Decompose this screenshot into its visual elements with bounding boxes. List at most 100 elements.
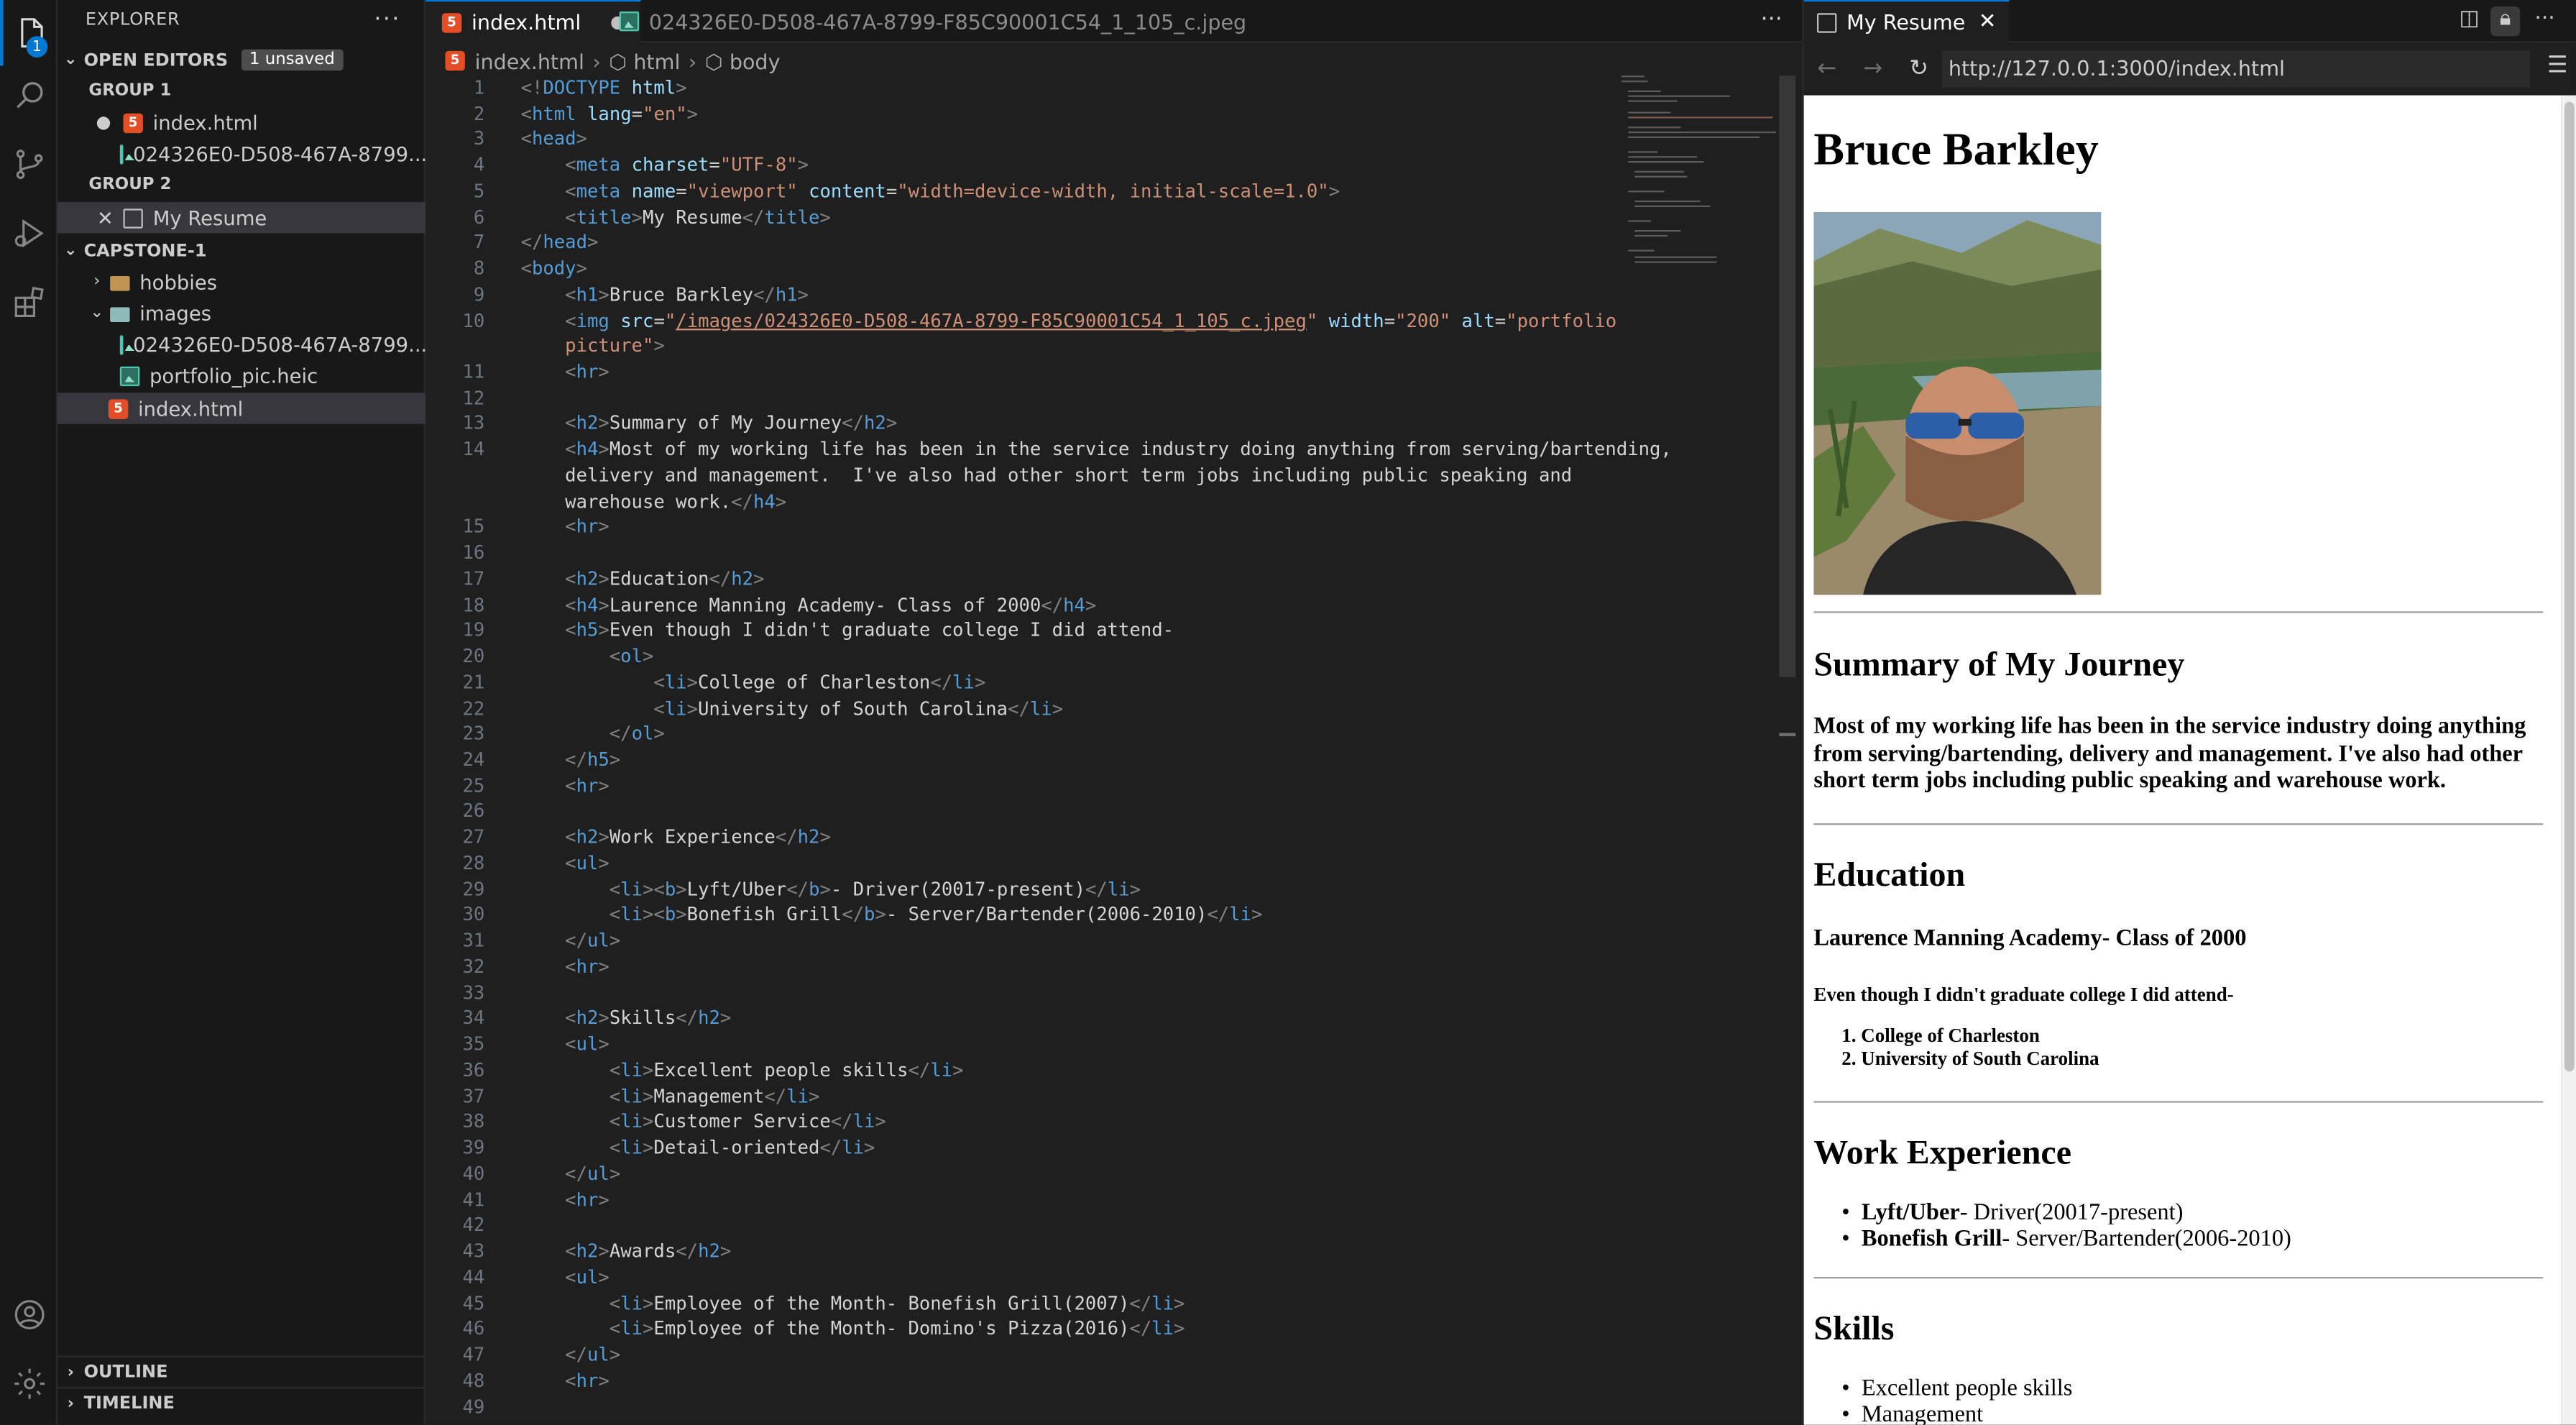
html5-file-icon: 5 — [108, 398, 129, 418]
capstone-section[interactable]: ⌄ CAPSTONE-1 — [58, 235, 426, 266]
close-icon[interactable]: ✕ — [1979, 10, 1997, 35]
open-editor-jpeg[interactable]: 024326E0-D508-467A-8799... — [58, 138, 426, 169]
open-editor-index-html[interactable]: 5 index.html — [58, 107, 426, 138]
extensions-icon[interactable] — [0, 270, 58, 335]
close-icon[interactable]: ✕ — [97, 206, 114, 229]
code-line: <!DOCTYPE html> — [520, 77, 687, 99]
explorer-title: EXPLORER — [85, 9, 180, 30]
line-number: 28 — [462, 853, 485, 874]
settings-gear-icon[interactable] — [0, 1351, 58, 1416]
line-number: 12 — [462, 388, 485, 410]
code-line: <h2>Work Experience</h2> — [565, 826, 831, 848]
folder-icon — [110, 275, 130, 291]
code-line: <li>Customer Service</li> — [609, 1111, 886, 1132]
back-arrow-icon[interactable]: ← — [1807, 56, 1846, 83]
preview-icon — [123, 208, 143, 228]
code-line: </head> — [520, 232, 599, 253]
forward-arrow-icon[interactable]: → — [1853, 56, 1892, 83]
code-line: <li>Employee of the Month- Domino's Pizz… — [609, 1318, 1185, 1339]
line-number: 33 — [462, 982, 485, 1004]
code-line: <li><b>Lyft/Uber</b>- Driver(20017-prese… — [609, 879, 1141, 901]
simple-browser-preview: My Resume ✕ ◫ 🔒︎ ··· ← → ↻ http://127.0.… — [1802, 0, 2576, 1425]
tab-label: index.html — [471, 9, 581, 35]
summary-heading: Summary of My Journey — [1813, 643, 2185, 684]
breadcrumb-file[interactable]: index.html — [475, 48, 584, 73]
project-label: CAPSTONE-1 — [83, 240, 207, 261]
breadcrumb-body[interactable]: body — [730, 48, 781, 73]
account-icon[interactable] — [0, 1282, 58, 1347]
html5-file-icon: 5 — [445, 50, 465, 71]
code-line: <img src="/images/024326E0-D508-467A-879… — [565, 310, 1617, 332]
line-number: 25 — [462, 775, 485, 797]
html5-file-icon: 5 — [123, 112, 143, 132]
line-number: 42 — [462, 1214, 485, 1236]
tab-jpeg[interactable]: 024326E0-D508-467A-8799-F85C90001C54_1_1… — [603, 0, 1263, 42]
file-jpeg[interactable]: 024326E0-D508-467A-8799... — [58, 329, 426, 359]
reload-icon[interactable]: ↻ — [1899, 56, 1938, 83]
line-number: 14 — [462, 439, 485, 460]
run-debug-icon[interactable] — [0, 201, 58, 266]
preview-scrollbar[interactable] — [2561, 95, 2576, 1425]
education-heading: Education — [1813, 854, 1966, 894]
file-index-html[interactable]: 5 index.html — [57, 393, 426, 424]
code-line: </ul> — [565, 930, 621, 952]
code-line: <body> — [520, 257, 588, 280]
explorer-icon[interactable]: 1 — [0, 0, 58, 66]
code-line: <h2>Awards</h2> — [565, 1240, 732, 1263]
image-file-icon — [119, 334, 124, 354]
code-line: warehouse work.</h4> — [565, 491, 787, 513]
breadcrumb-html[interactable]: html — [633, 48, 680, 73]
portfolio-photo — [1813, 211, 2102, 595]
chevron-down-icon: ⌄ — [90, 303, 104, 322]
file-label: index.html — [137, 396, 244, 420]
code-line: <meta name="viewport" content="width=dev… — [565, 180, 1340, 203]
line-number: 1 — [473, 77, 485, 99]
tab-my-resume[interactable]: My Resume ✕ — [1803, 0, 2010, 43]
line-number: 49 — [462, 1396, 485, 1419]
line-number: 6 — [473, 206, 485, 229]
chevron-down-icon: ⌄ — [63, 241, 78, 260]
code-line: <hr> — [565, 516, 610, 538]
horizontal-rule — [1813, 1276, 2544, 1279]
college-note: Even though I didn't graduate college I … — [1813, 982, 2234, 1006]
line-number: 48 — [462, 1370, 485, 1392]
line-number: 35 — [462, 1033, 485, 1055]
file-heic[interactable]: portfolio_pic.heic — [58, 360, 426, 391]
editor-more-icon[interactable]: ··· — [1760, 6, 1782, 33]
open-editor-my-resume[interactable]: ✕ My Resume — [57, 202, 426, 234]
url-input[interactable]: http://127.0.0.1:3000/index.html — [1941, 50, 2530, 88]
line-number: 5 — [473, 180, 485, 203]
line-number: 31 — [462, 930, 485, 952]
open-editors-section[interactable]: ⌄ OPEN EDITORS 1 unsaved — [58, 45, 426, 75]
group-2-label: GROUP 2 — [88, 175, 172, 194]
outline-section[interactable]: › OUTLINE — [57, 1355, 426, 1387]
split-editor-icon[interactable]: ◫ — [2455, 6, 2484, 36]
lock-icon[interactable]: 🔒︎ — [2490, 6, 2521, 37]
timeline-section[interactable]: › TIMELINE — [57, 1387, 426, 1418]
line-number: 24 — [462, 749, 485, 771]
preview-scroll-thumb[interactable] — [2564, 101, 2575, 1072]
line-number: 40 — [462, 1163, 485, 1185]
skill-item: • Excellent people skills — [1841, 1375, 2073, 1402]
unsaved-dot-icon — [96, 116, 111, 129]
editor-scrollbar[interactable] — [1779, 75, 1796, 677]
code-line: <li>Management</li> — [609, 1086, 820, 1108]
timeline-label: TIMELINE — [83, 1393, 175, 1413]
open-editors-label: OPEN EDITORS — [83, 50, 229, 70]
line-number: 17 — [462, 568, 485, 590]
explorer-more-icon[interactable]: ··· — [374, 6, 400, 33]
search-icon[interactable] — [0, 63, 58, 128]
line-number: 37 — [462, 1086, 485, 1108]
code-line: </h5> — [565, 749, 621, 771]
line-number: 18 — [462, 595, 485, 617]
minimap[interactable] — [1618, 75, 1782, 272]
source-control-icon[interactable] — [0, 132, 58, 197]
line-number: 16 — [462, 542, 485, 564]
more-actions-icon[interactable]: ··· — [2530, 6, 2559, 36]
rendered-page: Bruce Barkley Summary of My Journey Most… — [1803, 95, 2562, 1425]
code-area[interactable]: 1 2 3 4 5 6 7 8 9 10 11 12 13 14 15 16 17 18 19 20 21 22 23 24 2… — [426, 75, 1802, 1425]
folder-hobbies[interactable]: › hobbies — [58, 266, 426, 297]
menu-icon[interactable]: ☰ — [2547, 52, 2568, 79]
folder-images[interactable]: ⌄ images — [58, 298, 426, 329]
line-number: 44 — [462, 1267, 485, 1288]
